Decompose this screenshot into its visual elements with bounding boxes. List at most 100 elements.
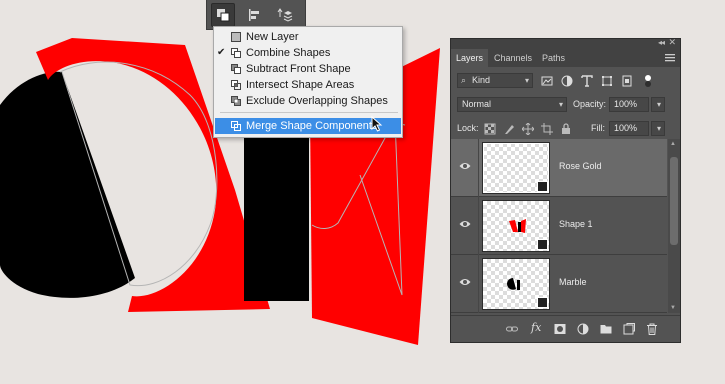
menu-item-label: Intersect Shape Areas bbox=[246, 79, 355, 91]
panel-menu-icon[interactable] bbox=[665, 54, 675, 62]
filter-type-dropdown[interactable]: ⌕ Kind ▾ bbox=[457, 73, 533, 88]
black-bar-shape[interactable] bbox=[244, 120, 309, 301]
layers-panel-footer: fx bbox=[451, 315, 680, 342]
lock-position-icon[interactable] bbox=[522, 123, 534, 135]
layer-row[interactable]: Marble bbox=[451, 255, 667, 313]
chevron-down-icon: ▾ bbox=[656, 100, 661, 109]
eye-icon[interactable] bbox=[459, 161, 471, 171]
menu-item-label: Merge Shape Components bbox=[246, 120, 378, 132]
tab-channels[interactable]: Channels bbox=[489, 49, 537, 67]
collapse-panel-icon[interactable]: ◂◂ bbox=[658, 38, 665, 47]
lock-row: Lock: Fill: 100% ▾ bbox=[451, 120, 680, 138]
chevron-down-icon: ▾ bbox=[524, 76, 529, 85]
visibility-column-divider bbox=[478, 139, 479, 197]
fill-input[interactable]: 100% bbox=[609, 121, 649, 136]
layer-thumbnail[interactable] bbox=[482, 142, 550, 194]
search-icon: ⌕ bbox=[461, 75, 467, 85]
path-arrangement-button[interactable] bbox=[273, 3, 297, 27]
layer-name[interactable]: Shape 1 bbox=[559, 219, 593, 229]
menu-item-label: Exclude Overlapping Shapes bbox=[246, 95, 388, 107]
menu-item-combine-shapes[interactable]: ✔ Combine Shapes bbox=[215, 45, 401, 61]
layers-list: Rose Gold Shape 1 Marble bbox=[451, 139, 667, 313]
filter-row: ⌕ Kind ▾ bbox=[451, 72, 680, 90]
layer-thumbnail[interactable] bbox=[482, 200, 550, 252]
scroll-down-icon[interactable]: ▼ bbox=[670, 305, 676, 311]
opacity-slider-button[interactable]: ▾ bbox=[651, 97, 665, 112]
fx-icon[interactable]: fx bbox=[531, 321, 543, 334]
mask-icon[interactable] bbox=[554, 323, 566, 335]
trash-icon[interactable] bbox=[646, 323, 658, 335]
shape-layer-badge-icon bbox=[537, 239, 548, 250]
marble-thumbnail-preview bbox=[507, 278, 520, 290]
lock-transparent-pixels-icon[interactable] bbox=[484, 123, 496, 135]
path-arrangement-icon bbox=[277, 8, 293, 22]
menu-item-new-layer[interactable]: New Layer bbox=[215, 29, 401, 45]
menu-separator bbox=[220, 112, 398, 113]
subtract-front-shape-icon bbox=[231, 64, 241, 74]
lock-all-icon[interactable] bbox=[560, 123, 572, 135]
layers-scrollbar[interactable]: ▲ ▼ bbox=[668, 139, 680, 313]
lock-image-pixels-icon[interactable] bbox=[503, 123, 515, 135]
blend-mode-value: Normal bbox=[462, 99, 492, 109]
mouse-cursor-icon bbox=[371, 116, 383, 132]
layers-panel: ◂◂ ✕ Layers Channels Paths ⌕ Kind ▾ Norm… bbox=[450, 37, 681, 343]
shape-thumbnail-preview bbox=[509, 219, 526, 233]
layer-name[interactable]: Marble bbox=[559, 277, 587, 287]
chevron-down-icon: ▾ bbox=[558, 100, 563, 109]
filter-type-value: Kind bbox=[472, 75, 491, 85]
chevron-down-icon: ▾ bbox=[656, 124, 661, 133]
menu-item-label: Subtract Front Shape bbox=[246, 63, 351, 75]
layer-row[interactable]: Rose Gold bbox=[451, 139, 667, 197]
shape-layer-filter-icon[interactable] bbox=[601, 75, 613, 87]
opacity-label: Opacity: bbox=[573, 99, 607, 109]
fill-label: Fill: bbox=[591, 123, 605, 133]
new-layer-op-icon bbox=[231, 32, 241, 42]
group-icon[interactable] bbox=[600, 323, 612, 335]
path-alignment-button[interactable] bbox=[243, 3, 267, 27]
menu-item-exclude-overlapping-shapes[interactable]: Exclude Overlapping Shapes bbox=[215, 93, 401, 109]
scrollbar-thumb[interactable] bbox=[670, 157, 678, 245]
lock-label: Lock: bbox=[457, 123, 479, 133]
tab-paths[interactable]: Paths bbox=[537, 49, 570, 67]
adjustment-layer-filter-icon[interactable] bbox=[561, 75, 573, 87]
close-panel-icon[interactable]: ✕ bbox=[668, 37, 676, 48]
pixel-layer-filter-icon[interactable] bbox=[541, 75, 553, 87]
lock-artboard-icon[interactable] bbox=[541, 123, 553, 135]
opacity-input[interactable]: 100% bbox=[609, 97, 649, 112]
layer-row[interactable]: Shape 1 bbox=[451, 197, 667, 255]
exclude-overlapping-shapes-icon bbox=[231, 96, 241, 106]
eye-icon[interactable] bbox=[459, 219, 471, 229]
path-alignment-icon bbox=[249, 9, 259, 21]
merge-shape-components-icon bbox=[231, 121, 241, 131]
intersect-shape-areas-icon bbox=[231, 80, 241, 90]
blend-mode-dropdown[interactable]: Normal ▾ bbox=[457, 97, 567, 112]
visibility-column-divider bbox=[478, 255, 479, 313]
shape-layer-badge-icon bbox=[537, 297, 548, 308]
panel-title-bar[interactable]: ◂◂ ✕ bbox=[451, 37, 680, 49]
menu-item-subtract-front-shape[interactable]: Subtract Front Shape bbox=[215, 61, 401, 77]
combine-shapes-icon bbox=[231, 48, 241, 58]
shape-layer-badge-icon bbox=[537, 181, 548, 192]
new-layer-icon[interactable] bbox=[623, 323, 635, 335]
check-mark-icon: ✔ bbox=[217, 47, 226, 58]
layer-thumbnail[interactable] bbox=[482, 258, 550, 310]
blend-row: Normal ▾ Opacity: 100% ▾ bbox=[451, 96, 680, 114]
scroll-up-icon[interactable]: ▲ bbox=[670, 141, 676, 147]
link-icon[interactable] bbox=[506, 323, 518, 335]
visibility-column-divider bbox=[478, 197, 479, 255]
adjustment-icon[interactable] bbox=[577, 323, 589, 335]
tab-layers[interactable]: Layers bbox=[451, 49, 489, 67]
panel-tabs: Layers Channels Paths bbox=[451, 49, 680, 67]
filter-toggle-switch[interactable] bbox=[644, 74, 652, 88]
opacity-value: 100% bbox=[614, 99, 638, 109]
path-operations-icon bbox=[217, 9, 230, 22]
type-layer-filter-icon[interactable] bbox=[581, 75, 593, 87]
fill-slider-button[interactable]: ▾ bbox=[651, 121, 665, 136]
menu-item-intersect-shape-areas[interactable]: Intersect Shape Areas bbox=[215, 77, 401, 93]
fill-value: 100% bbox=[614, 123, 638, 133]
eye-icon[interactable] bbox=[459, 277, 471, 287]
layer-name[interactable]: Rose Gold bbox=[559, 161, 602, 171]
smart-object-filter-icon[interactable] bbox=[621, 75, 633, 87]
path-operations-button[interactable] bbox=[211, 3, 235, 27]
menu-item-label: Combine Shapes bbox=[246, 47, 331, 59]
